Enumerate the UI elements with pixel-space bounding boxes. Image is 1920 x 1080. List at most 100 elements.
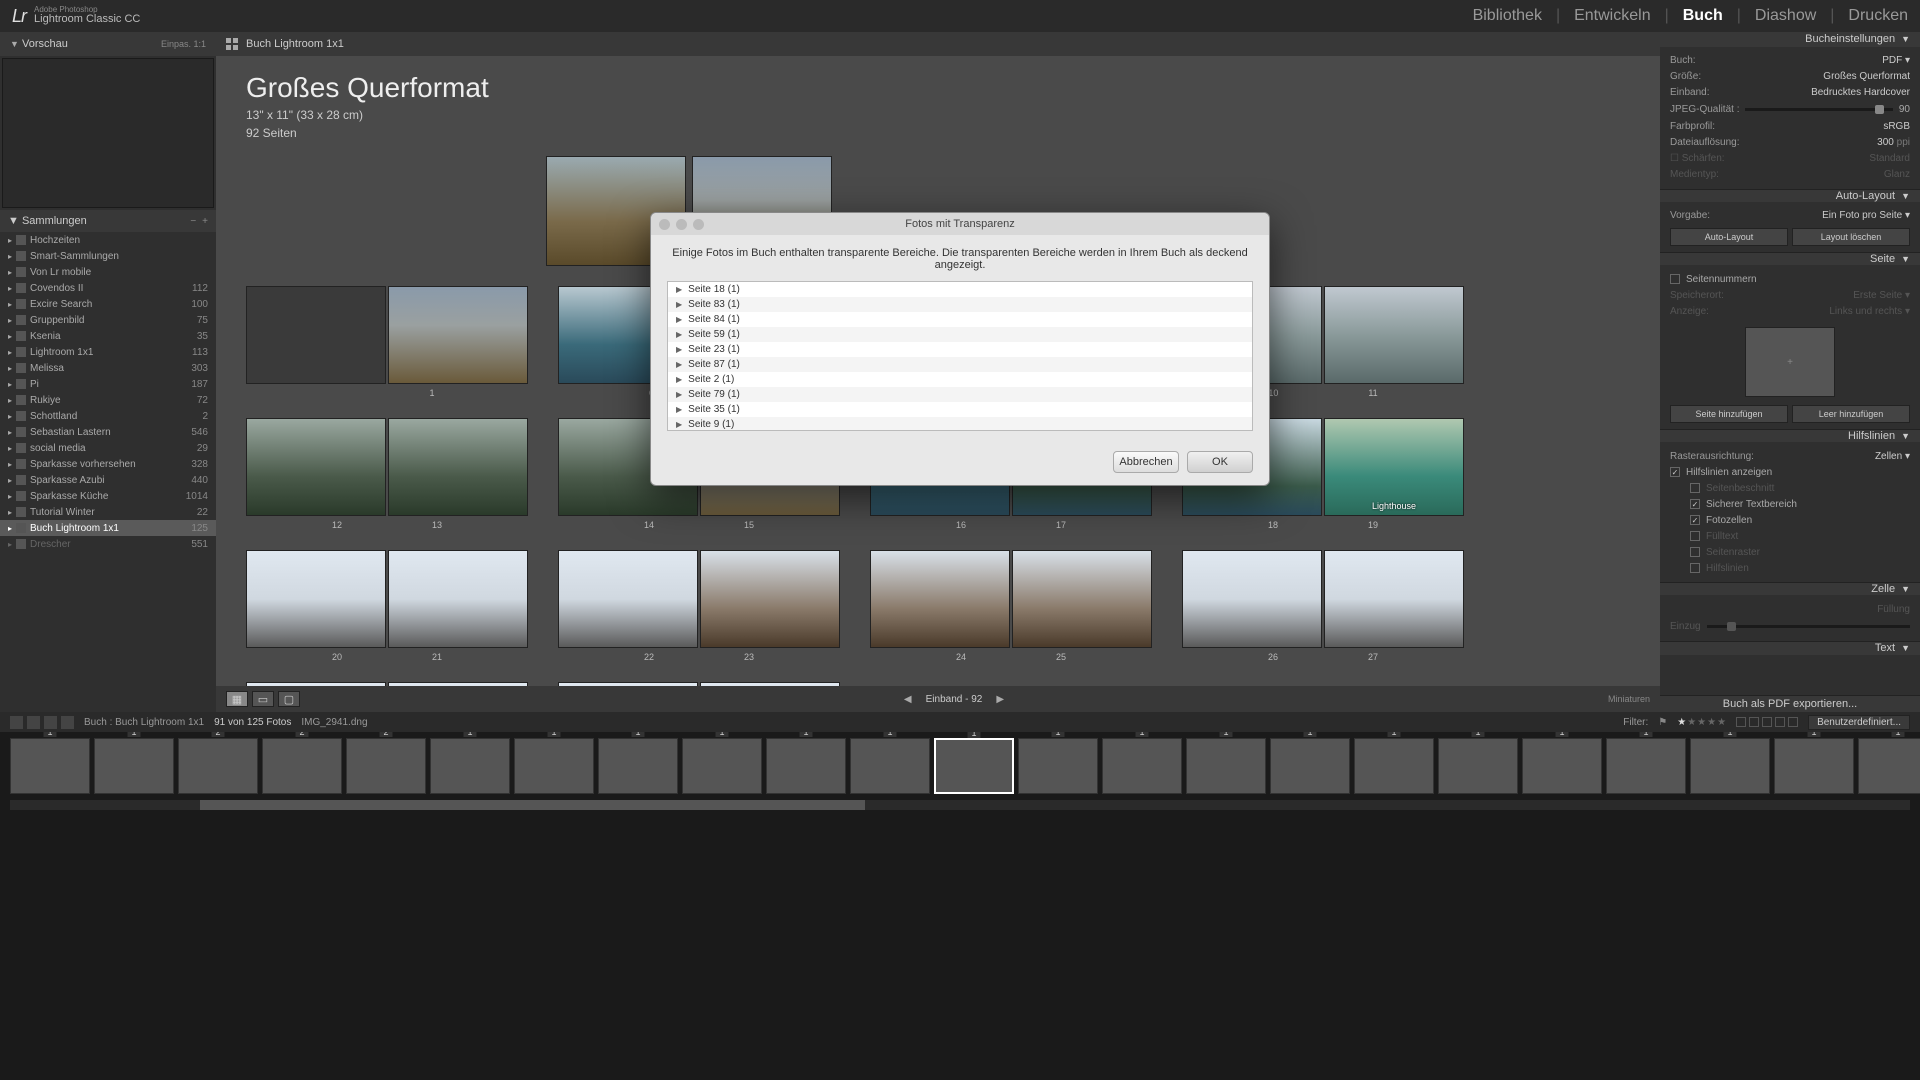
page-thumb[interactable] [388,682,528,686]
collection-item[interactable]: ▸Drescher551 [0,536,216,552]
page-thumb[interactable] [700,682,840,686]
collection-item[interactable]: ▸Rukiye72 [0,392,216,408]
page-thumb[interactable] [558,682,698,686]
rating-filter[interactable]: ★★★★★ [1677,717,1726,728]
dialog-list-row[interactable]: ▶Seite 59 (1) [668,327,1252,342]
film-thumb[interactable]: 1 [1270,738,1350,794]
nav-back-icon[interactable] [44,716,57,729]
second-window-icon[interactable] [10,716,23,729]
collection-item[interactable]: ▸Gruppenbild75 [0,312,216,328]
add-blank-button[interactable]: Leer hinzufügen [1792,405,1910,423]
collection-item[interactable]: ▸Sparkasse Küche1014 [0,488,216,504]
pager-next-icon[interactable]: ▶ [996,694,1004,705]
collections-minus-icon[interactable]: − [190,216,196,227]
film-thumb[interactable]: 1 [1522,738,1602,794]
film-thumb[interactable]: 1 [1102,738,1182,794]
module-bibliothek[interactable]: Bibliothek [1473,7,1542,25]
collection-item[interactable]: ▸Ksenia35 [0,328,216,344]
grid-snap-select[interactable]: Zellen ▾ [1875,451,1910,462]
page-thumb[interactable] [388,286,528,384]
collection-item[interactable]: ▸Schottland2 [0,408,216,424]
film-thumb[interactable]: 1 [1186,738,1266,794]
module-diashow[interactable]: Diashow [1755,7,1816,25]
spread[interactable]: 2425 [870,550,1152,662]
dialog-list-row[interactable]: ▶Seite 2 (1) [668,372,1252,387]
spread[interactable]: 1 [246,286,528,398]
ok-button[interactable]: OK [1187,451,1253,473]
cell-padding-slider[interactable]: Einzug [1670,617,1910,635]
page-thumb[interactable] [1182,550,1322,648]
dialog-list-row[interactable]: ▶Seite 79 (1) [668,387,1252,402]
film-thumb[interactable]: 1 [514,738,594,794]
film-thumb[interactable]: 1 [1606,738,1686,794]
film-thumb[interactable]: 1 [1774,738,1854,794]
color-label-filter[interactable] [1736,717,1798,727]
film-thumb[interactable]: 1 [430,738,510,794]
jpeg-quality-slider[interactable]: JPEG-Qualität : 90 [1670,101,1910,119]
filter-preset-select[interactable]: Benutzerdefiniert... [1808,715,1910,730]
view-single-icon[interactable]: ▢ [278,691,300,707]
collection-item[interactable]: ▸Sparkasse vorhersehen328 [0,456,216,472]
dialog-list-row[interactable]: ▶Seite 35 (1) [668,402,1252,417]
page-thumb[interactable] [246,550,386,648]
film-thumb[interactable]: 1 [1690,738,1770,794]
text-header[interactable]: Text▼ [1660,642,1920,654]
page-thumb[interactable] [1012,550,1152,648]
photo-cells-checkbox[interactable] [1690,515,1700,525]
collection-item[interactable]: ▸Tutorial Winter22 [0,504,216,520]
film-thumb[interactable]: 1 [1438,738,1518,794]
flag-filter-icon[interactable]: ⚑ [1658,717,1667,728]
page-template-preview[interactable]: + [1745,327,1835,397]
page-thumb[interactable] [246,682,386,686]
show-guides-checkbox[interactable] [1670,467,1680,477]
add-page-button[interactable]: Seite hinzufügen [1670,405,1788,423]
dialog-titlebar[interactable]: Fotos mit Transparenz [651,213,1269,235]
filmstrip-path[interactable]: Buch : Buch Lightroom 1x1 [84,717,204,728]
dialog-list-row[interactable]: ▶Seite 23 (1) [668,342,1252,357]
page-thumb[interactable]: Lighthouse [1324,418,1464,516]
collection-item[interactable]: ▸Smart-Sammlungen [0,248,216,264]
dialog-list-row[interactable]: ▶Seite 83 (1) [668,297,1252,312]
film-thumb[interactable]: 2 [346,738,426,794]
autolayout-header[interactable]: Auto-Layout▼ [1660,190,1920,202]
safe-text-checkbox[interactable] [1690,499,1700,509]
page-thumb[interactable] [246,286,386,384]
autolayout-preset-select[interactable]: Ein Foto pro Seite ▾ [1822,210,1910,221]
pager-prev-icon[interactable]: ◀ [904,694,912,705]
collections-header[interactable]: ▼ Sammlungen −+ [0,210,216,232]
collection-item[interactable]: ▸Sparkasse Azubi440 [0,472,216,488]
film-thumb[interactable]: 1 [766,738,846,794]
page-thumb[interactable] [870,550,1010,648]
collection-item[interactable]: ▸Von Lr mobile [0,264,216,280]
collection-item[interactable]: ▸Hochzeiten [0,232,216,248]
film-thumb[interactable]: 1 [682,738,762,794]
dialog-list-row[interactable]: ▶Seite 18 (1) [668,282,1252,297]
collection-item[interactable]: ▸Pi187 [0,376,216,392]
collection-item[interactable]: ▸Sebastian Lastern546 [0,424,216,440]
collections-plus-icon[interactable]: + [202,216,208,227]
film-thumb[interactable]: 1 [1018,738,1098,794]
page-thumb[interactable] [388,418,528,516]
spread[interactable]: 2021 [246,550,528,662]
cancel-button[interactable]: Abbrechen [1113,451,1179,473]
guides-header[interactable]: Hilfslinien▼ [1660,430,1920,442]
cell-header[interactable]: Zelle▼ [1660,583,1920,595]
spread[interactable]: 2627 [1182,550,1464,662]
book-format-select[interactable]: PDF ▾ [1882,55,1910,66]
page-thumb[interactable] [1324,286,1464,384]
module-drucken[interactable]: Drucken [1848,7,1908,25]
module-entwickeln[interactable]: Entwickeln [1574,7,1650,25]
module-buch[interactable]: Buch [1683,7,1723,25]
film-thumb[interactable]: 1 [934,738,1014,794]
view-spread-icon[interactable]: ▭ [252,691,274,707]
page-grid-checkbox[interactable] [1690,547,1700,557]
export-pdf-button[interactable]: Buch als PDF exportieren... [1660,696,1920,712]
film-thumb[interactable]: 1 [10,738,90,794]
book-settings-header[interactable]: Bucheinstellungen▼ [1660,32,1920,47]
film-thumb[interactable]: 1 [1354,738,1434,794]
collection-item[interactable]: ▸Excire Search100 [0,296,216,312]
pagenumbers-checkbox[interactable] [1670,274,1680,284]
page-thumb[interactable] [388,550,528,648]
page-thumb[interactable] [700,550,840,648]
page-header[interactable]: Seite▼ [1660,253,1920,265]
